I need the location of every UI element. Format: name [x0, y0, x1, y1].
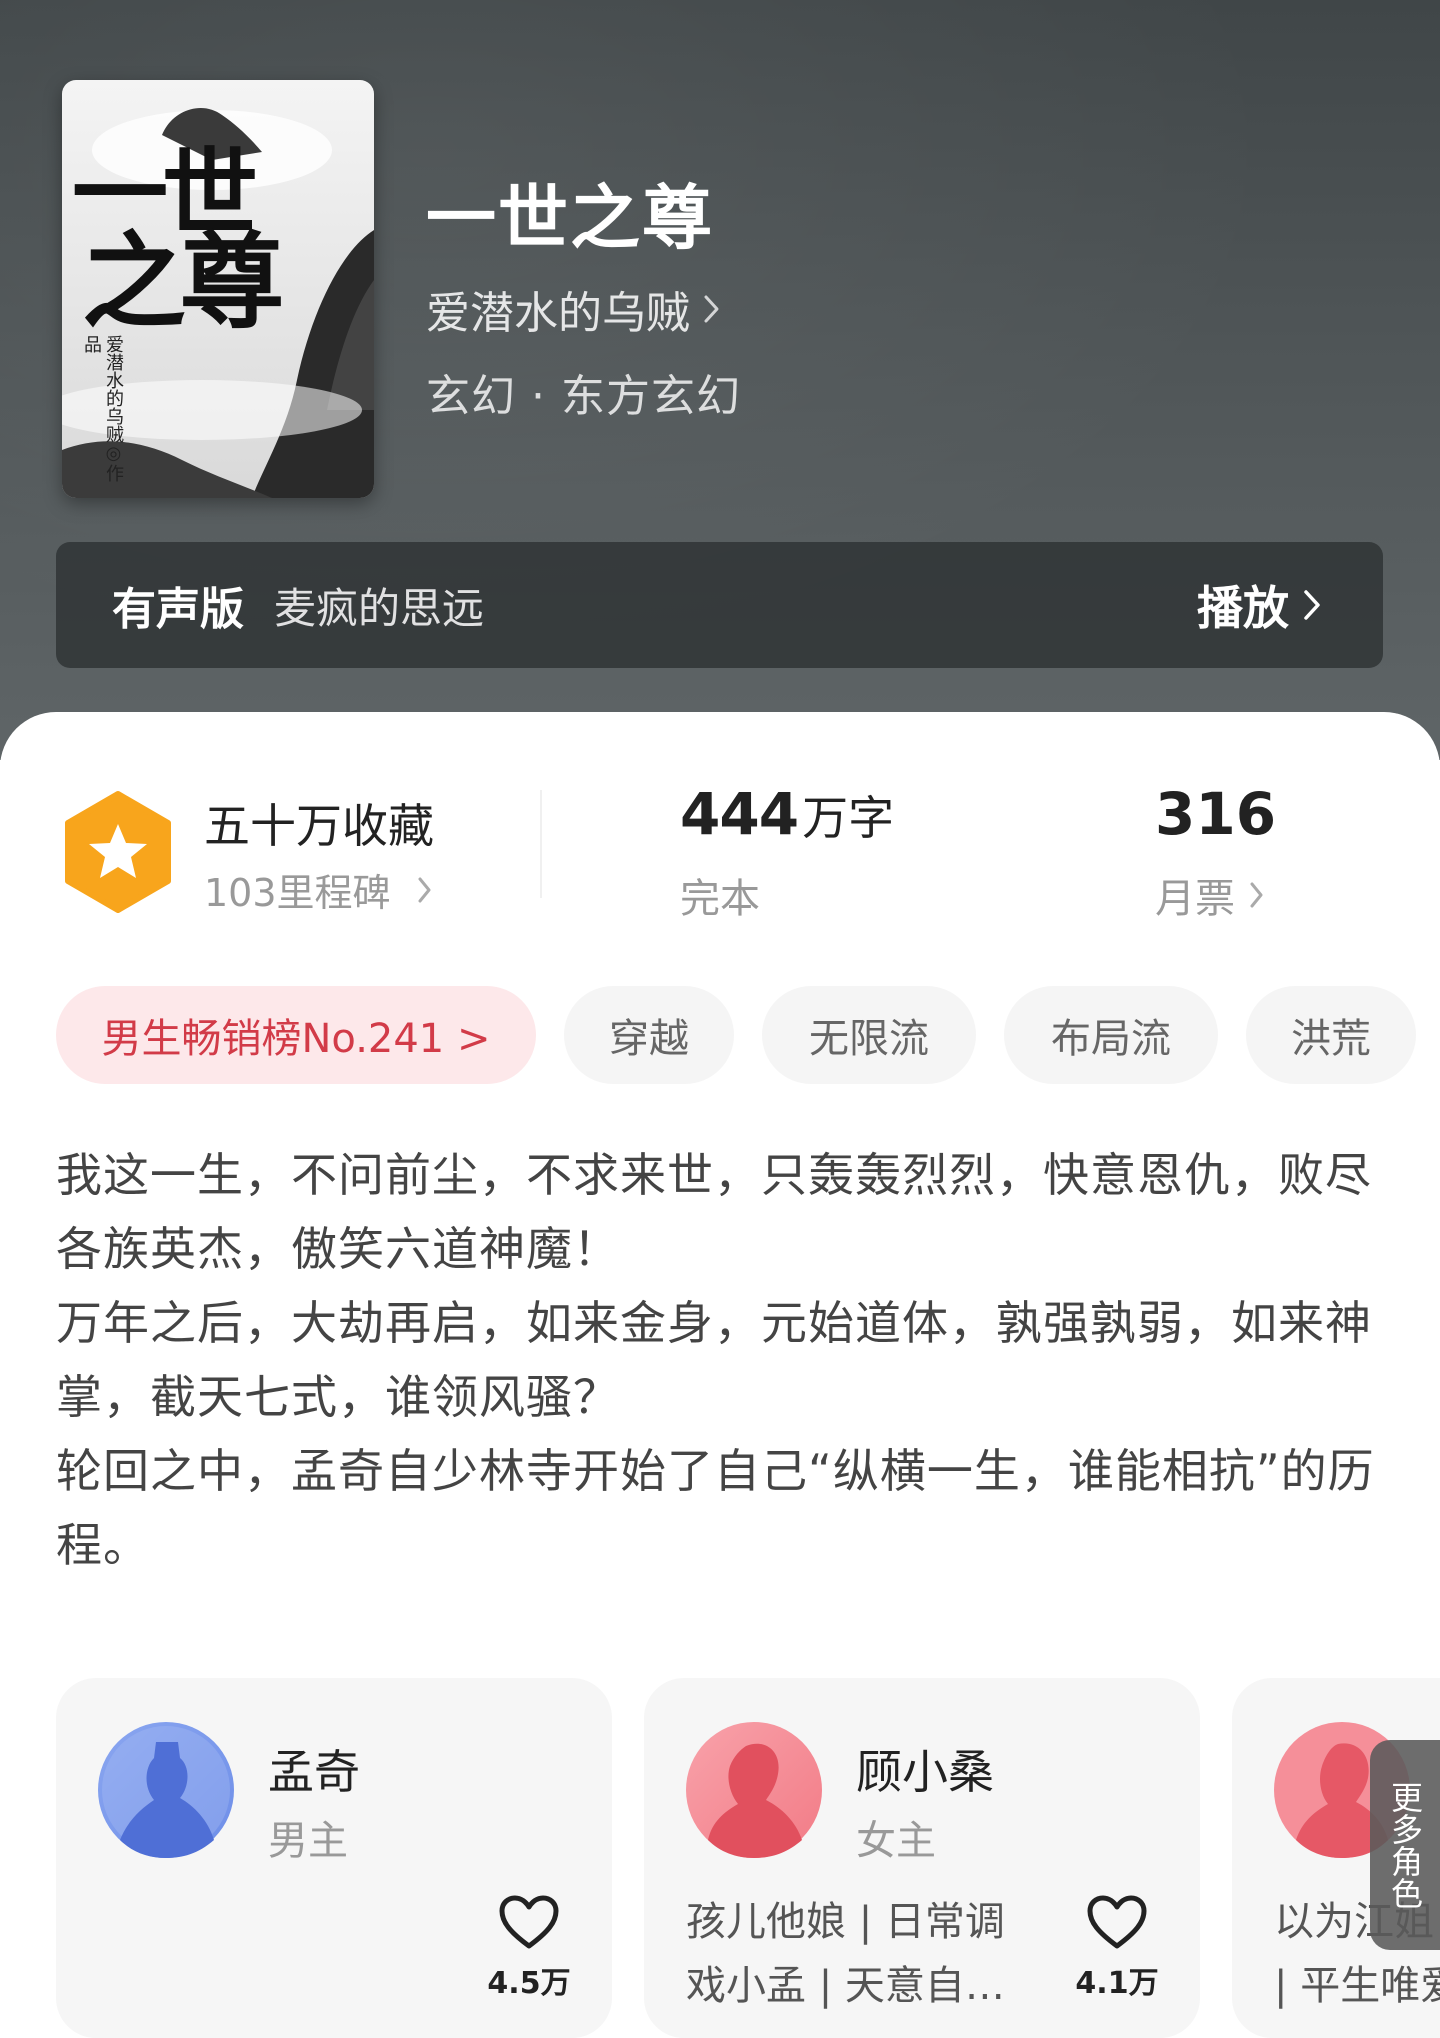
- synopsis-paragraph: 轮回之中，孟奇自少林寺开始了自己“纵横一生，谁能相抗”的历程。: [56, 1444, 1375, 1572]
- audio-narrator: 麦疯的思远: [274, 583, 485, 633]
- chevron-right-icon: [1250, 882, 1263, 908]
- tag-item[interactable]: 洪荒: [1246, 986, 1416, 1084]
- cover-author-credit: 爱潜水的乌贼◎作品: [81, 335, 124, 482]
- role-like-count: 4.1万: [1075, 1966, 1159, 2001]
- role-type: 男主: [268, 1818, 348, 1864]
- favorites-count: 五十万收藏: [204, 799, 434, 853]
- role-name: 顾小桑: [856, 1745, 994, 1799]
- audio-label: 有声版: [112, 584, 244, 635]
- milestones-count: 103里程碑: [204, 871, 391, 915]
- role-like-button[interactable]: 4.5万: [484, 1894, 574, 2002]
- role-like-count: 4.5万: [487, 1966, 571, 2001]
- author-name: 爱潜水的乌贼: [426, 288, 690, 339]
- tag-row: 男生畅销榜No.241 > 穿越 无限流 布局流 洪荒: [56, 986, 1440, 1086]
- monthly-tickets-label: 月票: [1155, 876, 1235, 922]
- audio-version-bar[interactable]: 有声版 麦疯的思远 播放: [56, 542, 1383, 668]
- play-button[interactable]: 播放: [1197, 542, 1323, 668]
- milestones-link[interactable]: 103里程碑: [204, 862, 433, 917]
- role-card[interactable]: 孟奇 男主 4.5万: [56, 1678, 612, 2038]
- synopsis[interactable]: 我这一生，不问前尘，不求来世，只轰轰烈烈，快意恩仇，败尽各族英杰，傲笑六道神魔！…: [56, 1138, 1376, 1582]
- tag-item[interactable]: 布局流: [1004, 986, 1218, 1084]
- book-cover[interactable]: 一世 之尊 爱潜水的乌贼◎作品: [62, 80, 374, 498]
- author-link[interactable]: 爱潜水的乌贼: [426, 277, 722, 341]
- role-like-button[interactable]: 4.1万: [1072, 1894, 1162, 2002]
- monthly-tickets-link[interactable]: 月票: [1155, 866, 1265, 924]
- book-detail-page: 一世 之尊 爱潜水的乌贼◎作品 一世之尊 爱潜水的乌贼 玄幻 · 东方玄幻 有声…: [0, 0, 1440, 2038]
- chevron-right-icon: [1304, 590, 1320, 620]
- role-desc-line: 戏小孟 | 天意自…: [686, 1963, 1005, 2009]
- star-badge-icon[interactable]: [62, 790, 174, 918]
- male-avatar: [98, 1722, 234, 1858]
- role-name: 孟奇: [268, 1745, 360, 1799]
- role-desc-line: 孩儿他娘 | 日常调: [686, 1899, 1005, 1945]
- role-desc-line: | 平生唯爱: [1274, 1963, 1440, 2009]
- rank-tag[interactable]: 男生畅销榜No.241 >: [56, 986, 536, 1084]
- tag-item[interactable]: 穿越: [564, 986, 734, 1084]
- role-description: 孩儿他娘 | 日常调 戏小孟 | 天意自…: [686, 1890, 1066, 2018]
- heart-icon: [1087, 1895, 1147, 1949]
- female-avatar: [686, 1722, 822, 1858]
- monthly-tickets-count: 316: [1155, 780, 1277, 848]
- word-count-number: 444: [680, 780, 799, 848]
- stats-divider: [540, 790, 542, 898]
- synopsis-paragraph: 万年之后，大劫再启，如来金身，元始道体，孰强孰弱，如来神掌，截天七式，谁领风骚？: [56, 1296, 1372, 1424]
- more-roles-button[interactable]: 更多角色: [1370, 1740, 1440, 1950]
- book-title: 一世之尊: [426, 176, 714, 259]
- play-label: 播放: [1197, 581, 1289, 635]
- cover-title-text: 一世 之尊: [72, 137, 284, 343]
- word-count-unit: 万字: [802, 791, 895, 845]
- chevron-right-icon: [704, 295, 719, 323]
- heart-icon: [499, 1895, 559, 1949]
- tag-item[interactable]: 无限流: [762, 986, 976, 1084]
- chevron-right-icon: [418, 877, 431, 902]
- completion-status: 完本: [680, 876, 760, 922]
- synopsis-paragraph: 我这一生，不问前尘，不求来世，只轰轰烈烈，快意恩仇，败尽各族英杰，傲笑六道神魔！: [56, 1148, 1372, 1276]
- word-count: 444万字: [680, 780, 894, 848]
- role-card[interactable]: 顾小桑 女主 孩儿他娘 | 日常调 戏小孟 | 天意自… 4.1万: [644, 1678, 1200, 2038]
- genre-label: 玄幻 · 东方玄幻: [426, 371, 741, 422]
- role-type: 女主: [856, 1818, 936, 1864]
